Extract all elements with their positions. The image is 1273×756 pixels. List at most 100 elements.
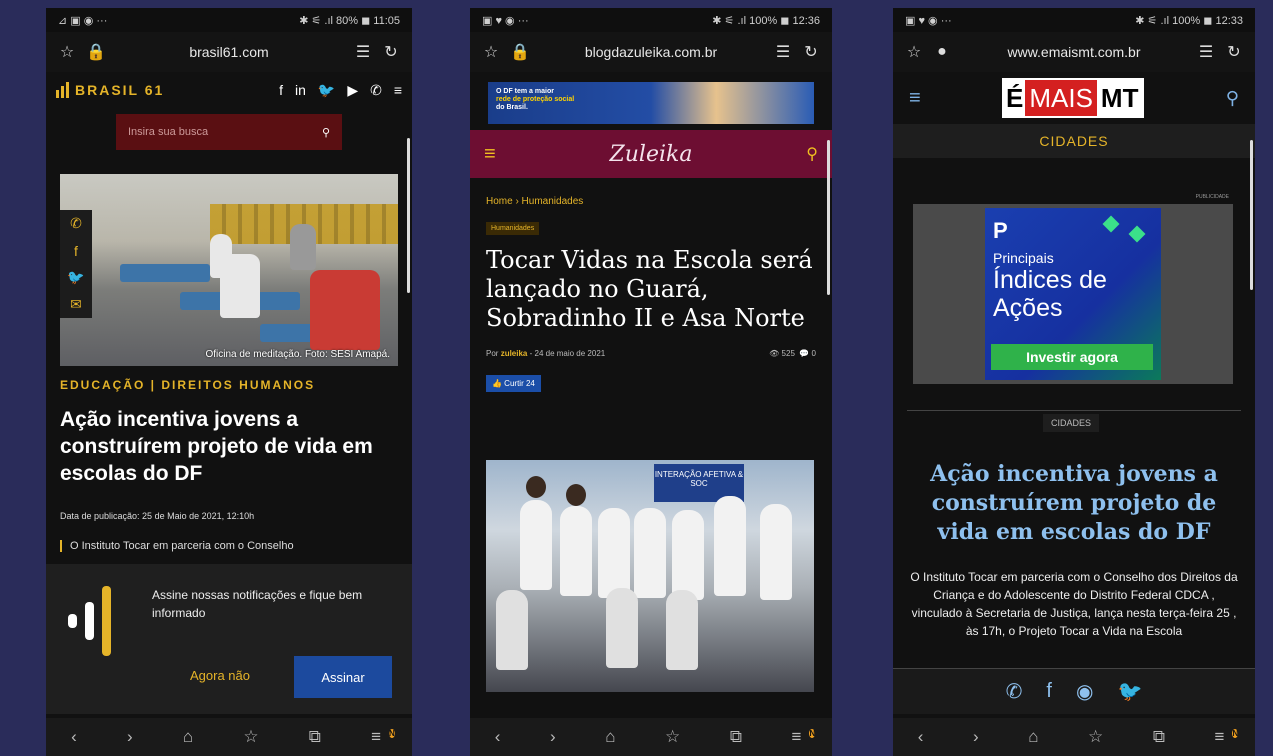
status-right: ✱ ⚟ .ıl 100% ◼ 12:36 [712, 14, 820, 27]
search-icon[interactable]: ⚲ [1226, 88, 1239, 109]
email-icon[interactable]: ✉ [60, 291, 92, 318]
notification-badge: N [389, 729, 395, 738]
author-prefix: Por [486, 349, 499, 358]
reload-icon[interactable]: ↻ [1225, 42, 1243, 62]
browser-navbar: ‹ › ⌂ ☆ ⧉ ≡ N [893, 718, 1255, 756]
whatsapp-icon[interactable]: ✆ [370, 82, 382, 99]
site-header: BRASIL 61 f in 🐦 ▶ ✆ ≡ [46, 72, 412, 108]
reload-icon[interactable]: ↻ [802, 42, 820, 62]
photo-person [520, 500, 552, 590]
article-lead: O Instituto Tocar em parceria com o Cons… [60, 540, 294, 552]
tabs-icon[interactable]: ⧉ [309, 727, 321, 747]
hamburger-menu-icon[interactable]: ≡ [394, 82, 402, 99]
url-field[interactable]: www.emaismt.com.br [961, 44, 1187, 60]
whatsapp-icon[interactable]: ✆ [1006, 679, 1023, 704]
comment-count[interactable]: 💬 0 [799, 349, 816, 358]
messenger-icon[interactable]: ◉ [1076, 679, 1093, 704]
scrollbar[interactable] [827, 140, 830, 295]
browser-url-bar: ☆ 🔒 blogdazuleika.com.br ☰ ↻ [470, 32, 832, 72]
menu-glyph: ≡ [1214, 727, 1225, 746]
bookmarks-icon[interactable]: ☆ [1088, 727, 1103, 747]
decline-button[interactable]: Agora não [190, 668, 250, 683]
star-icon[interactable]: ☆ [482, 42, 500, 62]
back-icon[interactable]: ‹ [495, 727, 501, 747]
article-title: Ação incentiva jovens a construírem proj… [930, 461, 1218, 545]
menu-glyph: ≡ [791, 727, 802, 746]
photo-person [220, 254, 260, 318]
forward-icon[interactable]: › [127, 727, 133, 747]
ad-banner[interactable]: P Principais Índices de Ações Investir a… [985, 208, 1161, 380]
logo-mt: MT [1096, 80, 1143, 116]
category-tag[interactable]: CIDADES [1043, 414, 1100, 432]
facebook-icon[interactable]: f [279, 82, 283, 99]
ad-container: PUBLICIDADE P Principais Índices de Açõe… [913, 194, 1233, 384]
invest-button[interactable]: Investir agora [991, 344, 1153, 370]
linkedin-icon[interactable]: in [295, 82, 306, 99]
url-field[interactable]: brasil61.com [114, 44, 344, 60]
forward-icon[interactable]: › [973, 727, 979, 747]
notification-prompt: Assine nossas notificações e fique bem i… [46, 564, 412, 714]
scrollbar[interactable] [1250, 140, 1253, 290]
status-left: ⊿ ▣ ◉ ··· [58, 14, 108, 27]
bookmarks-icon[interactable]: ☆ [243, 727, 258, 747]
article-body: O Instituto Tocar em parceria com o Cons… [910, 570, 1238, 638]
status-bar: ▣ ♥ ◉ ··· ✱ ⚟ .ıl 100% ◼ 12:33 [893, 8, 1255, 32]
subscribe-button[interactable]: Assinar [294, 656, 392, 698]
reload-icon[interactable]: ↻ [382, 42, 400, 62]
photo-person [606, 588, 638, 668]
reader-mode-icon[interactable]: ☰ [354, 42, 372, 62]
url-field[interactable]: blogdazuleika.com.br [538, 44, 764, 60]
bookmarks-icon[interactable]: ☆ [665, 727, 680, 747]
facebook-icon[interactable]: f [60, 237, 92, 264]
whatsapp-icon[interactable]: ✆ [60, 210, 92, 237]
forward-icon[interactable]: › [550, 727, 556, 747]
photo-person [598, 508, 630, 598]
notification-message: Assine nossas notificações e fique bem i… [152, 588, 363, 620]
tabs-icon[interactable]: ⧉ [730, 727, 742, 747]
twitter-icon[interactable]: 🐦 [60, 264, 92, 291]
menu-icon[interactable]: ≡ N [1214, 727, 1239, 747]
browser-navbar: ‹ › ⌂ ☆ ⧉ ≡ N [46, 718, 412, 756]
facebook-icon[interactable]: f [1046, 680, 1052, 703]
search-input[interactable]: Insira sua busca ⚲ [116, 114, 342, 150]
search-icon[interactable]: ⚲ [806, 144, 818, 164]
ad-banner[interactable]: O DF tem a maior rede de proteção social… [488, 82, 814, 124]
star-icon[interactable]: ☆ [905, 42, 923, 62]
home-icon[interactable]: ⌂ [605, 727, 615, 747]
category-tag[interactable]: Humanidades [486, 222, 540, 235]
back-icon[interactable]: ‹ [71, 727, 77, 747]
photo-person [290, 224, 316, 270]
menu-icon[interactable]: ≡ N [371, 727, 395, 747]
site-logo[interactable]: Zuleika [609, 142, 692, 167]
home-icon[interactable]: ⌂ [183, 727, 193, 747]
menu-icon[interactable]: ≡ N [791, 727, 816, 747]
phone-emaismt: ▣ ♥ ◉ ··· ✱ ⚟ .ıl 100% ◼ 12:33 ☆ ● www.e… [893, 8, 1255, 756]
reader-mode-icon[interactable]: ☰ [774, 42, 792, 62]
article-category[interactable]: EDUCAÇÃO | DIREITOS HUMANOS [60, 378, 315, 392]
reader-mode-icon[interactable]: ☰ [1197, 42, 1215, 62]
photo-person [634, 508, 666, 598]
photo-person-head [526, 476, 546, 498]
site-logo[interactable]: É MAIS MT [1002, 78, 1145, 118]
hamburger-menu-icon[interactable]: ≡ [909, 87, 921, 110]
site-logo[interactable]: BRASIL 61 [56, 82, 164, 98]
article-meta: Por zuleika - 24 de maio de 2021 👁 525 💬… [486, 349, 816, 358]
back-icon[interactable]: ‹ [918, 727, 924, 747]
photo-person-head [566, 484, 586, 506]
banner-text: O DF tem a maior rede de proteção social… [496, 88, 574, 112]
search-placeholder: Insira sua busca [128, 126, 209, 138]
twitter-icon[interactable]: 🐦 [1117, 679, 1142, 704]
hamburger-menu-icon[interactable]: ≡ [484, 143, 496, 166]
breadcrumb[interactable]: Home › Humanidades [486, 196, 583, 207]
home-icon[interactable]: ⌂ [1028, 727, 1038, 747]
search-icon[interactable]: ⚲ [322, 126, 330, 139]
notification-badge: N [809, 729, 816, 738]
youtube-icon[interactable]: ▶ [347, 82, 358, 99]
scrollbar[interactable] [407, 138, 410, 293]
star-icon[interactable]: ☆ [58, 42, 76, 62]
twitter-icon[interactable]: 🐦 [318, 82, 335, 99]
tabs-icon[interactable]: ⧉ [1153, 727, 1165, 747]
section-title[interactable]: CIDADES [893, 124, 1255, 158]
author-link[interactable]: zuleika [501, 349, 528, 358]
like-button[interactable]: 👍 Curtir 24 [486, 375, 541, 392]
